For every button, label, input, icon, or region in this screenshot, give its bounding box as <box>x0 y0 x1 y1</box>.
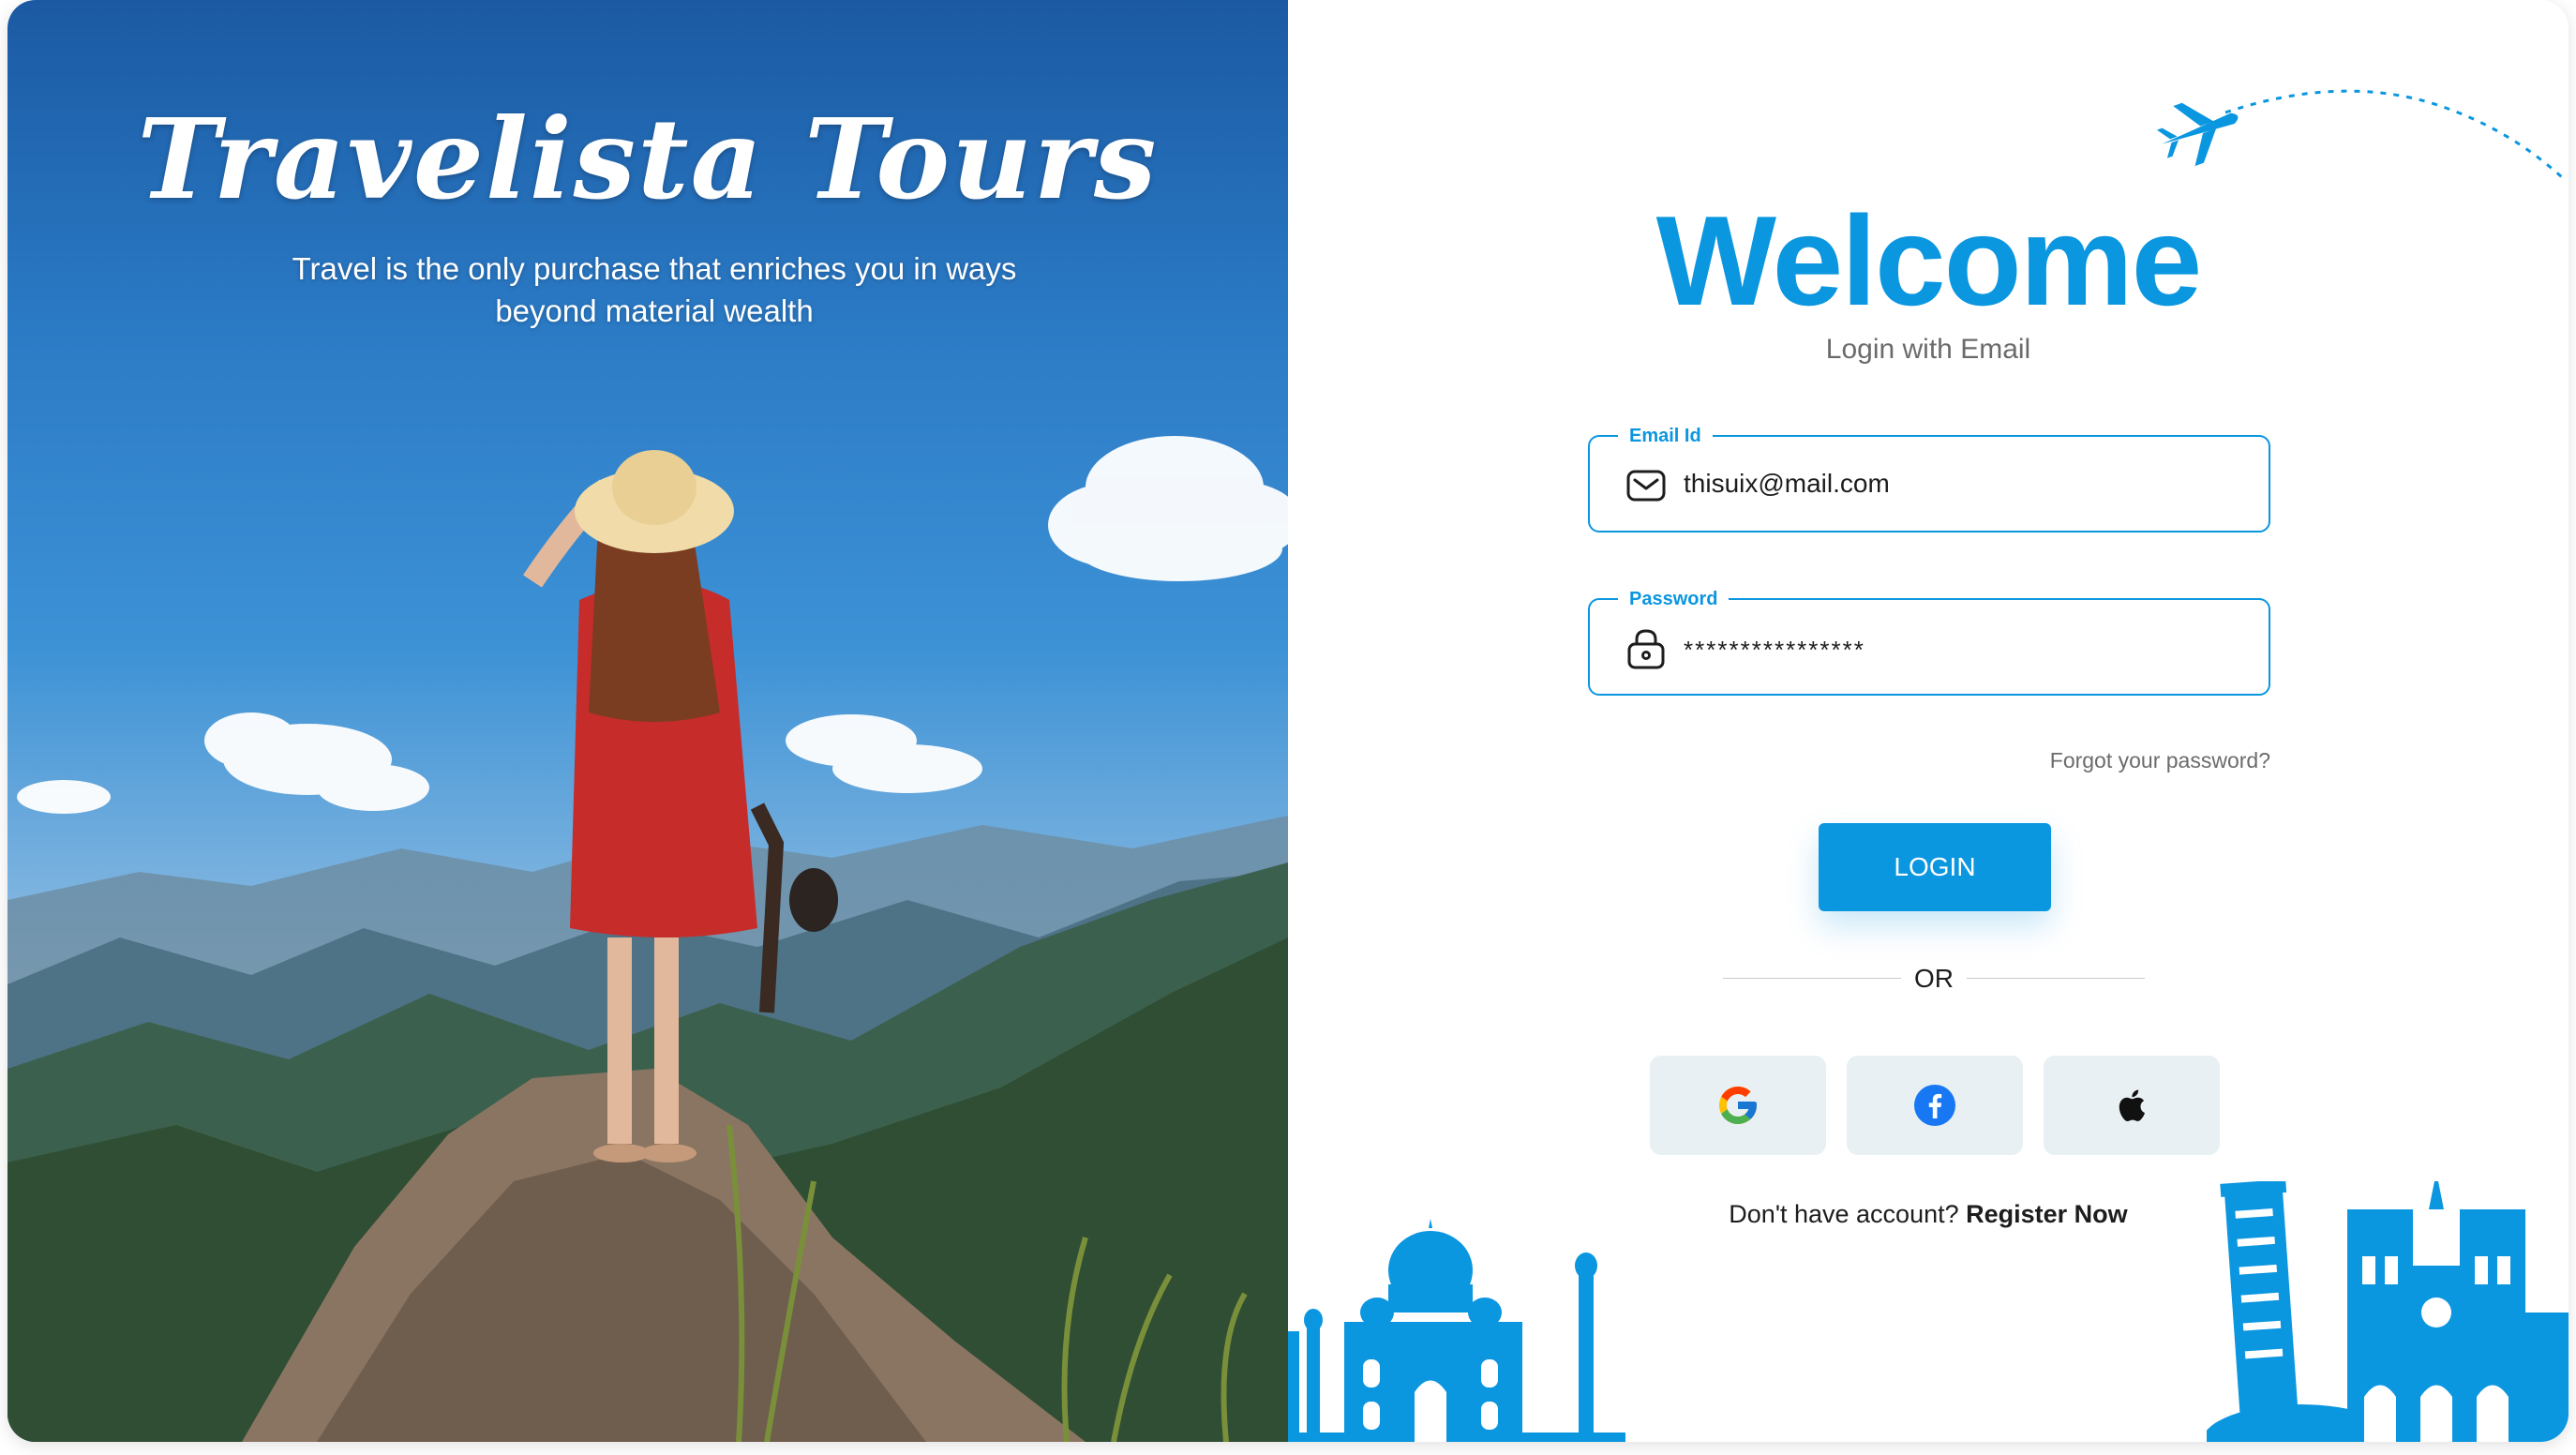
forgot-password-link[interactable]: Forgot your password? <box>2050 748 2270 773</box>
login-subtitle: Login with Email <box>1825 334 2031 365</box>
facebook-login-button[interactable] <box>1847 1056 2023 1155</box>
register-now-link[interactable]: Register Now <box>1966 1200 2128 1228</box>
taj-mahal-illustration <box>1288 1219 1625 1442</box>
landmarks-illustration <box>2207 1181 2569 1442</box>
apple-login-button[interactable] <box>2044 1056 2220 1155</box>
register-prompt-text: Don't have account? <box>1729 1200 1959 1228</box>
password-field[interactable]: Password **************** <box>1588 587 2270 696</box>
lock-icon <box>1627 629 1665 669</box>
password-input[interactable]: **************** <box>1684 636 1865 665</box>
login-window: Travelista Tours Travel is the only purc… <box>7 0 2569 1442</box>
airplane-decoration <box>2156 89 2565 180</box>
email-input[interactable]: thisuix@mail.com <box>1684 469 1890 499</box>
google-icon <box>1719 1087 1757 1124</box>
apple-icon <box>2119 1089 2145 1122</box>
login-button[interactable]: LOGIN <box>1819 823 2051 911</box>
brand-logo-text: Travelista Tours <box>137 94 1159 224</box>
or-divider: OR <box>1723 960 2145 998</box>
hero-image: Travelista Tours Travel is the only purc… <box>7 0 1288 1442</box>
email-label: Email Id <box>1618 424 1713 448</box>
welcome-heading: Welcome <box>1655 189 2203 332</box>
brand-tagline: Travel is the only purchase that enriche… <box>292 251 1017 328</box>
login-panel: Welcome Login with Email Email Id thisui… <box>1288 0 2569 1442</box>
facebook-icon <box>1914 1085 1955 1126</box>
password-label: Password <box>1618 587 1730 611</box>
envelope-icon <box>1626 470 1666 502</box>
or-label: OR <box>1914 964 1954 993</box>
email-field[interactable]: Email Id thisuix@mail.com <box>1588 424 2270 532</box>
google-login-button[interactable] <box>1650 1056 1826 1155</box>
